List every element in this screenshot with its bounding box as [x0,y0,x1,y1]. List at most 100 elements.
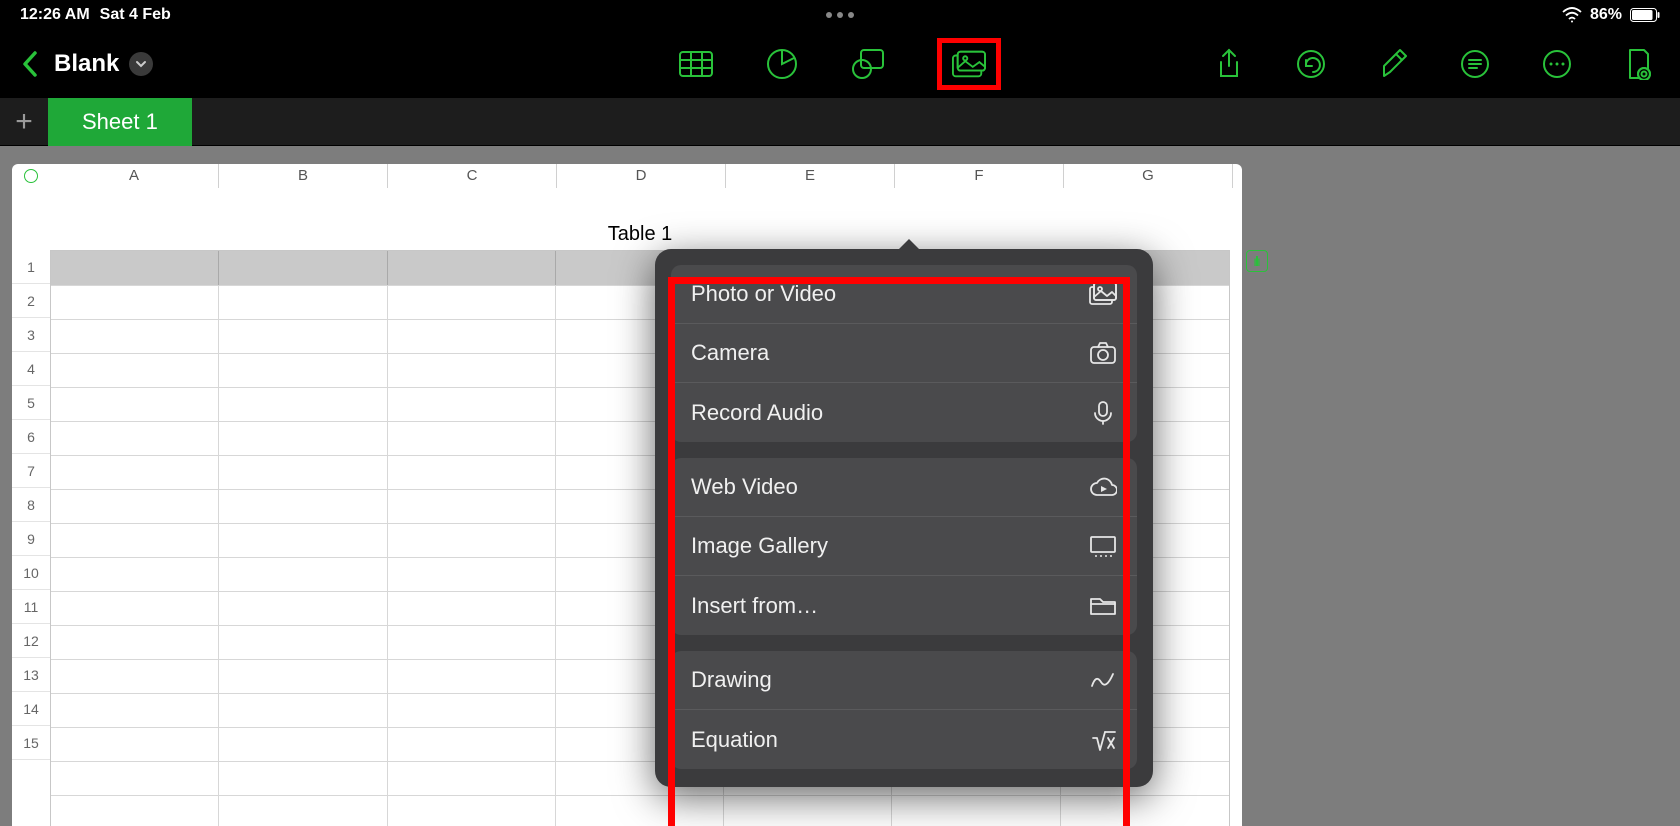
column-header[interactable]: B [219,164,388,188]
insert-table-button[interactable] [679,47,713,81]
cell[interactable] [51,558,219,591]
cell[interactable] [219,728,387,761]
cell[interactable] [51,524,219,557]
select-all-corner[interactable] [12,164,50,188]
format-brush-button[interactable] [1376,47,1410,81]
menu-item-camera[interactable]: Camera [671,324,1137,383]
cell[interactable] [1061,796,1229,826]
cell[interactable] [51,388,219,421]
cell[interactable] [892,796,1060,826]
cell[interactable] [388,354,556,387]
row-header[interactable]: 5 [12,386,50,420]
cell[interactable] [388,490,556,523]
cell[interactable] [388,728,556,761]
column-header[interactable]: F [895,164,1064,188]
insert-media-button[interactable] [952,47,986,81]
menu-item-equation[interactable]: Equation [671,710,1137,769]
cell[interactable] [219,354,387,387]
cell[interactable] [388,660,556,693]
cell[interactable] [219,286,387,319]
cell[interactable] [724,796,892,826]
header-cell[interactable] [51,251,219,285]
cell[interactable] [51,456,219,489]
cell[interactable] [219,694,387,727]
doc-title[interactable]: Blank [54,50,153,78]
row-header[interactable]: 4 [12,352,50,386]
cell[interactable] [388,558,556,591]
add-column-handle[interactable]: ıı [1246,250,1268,272]
undo-button[interactable] [1294,47,1328,81]
header-cell[interactable] [219,251,387,285]
cell[interactable] [388,694,556,727]
header-cell[interactable] [388,251,556,285]
row-header[interactable]: 10 [12,556,50,590]
column-header[interactable]: A [50,164,219,188]
cell[interactable] [219,660,387,693]
column-header[interactable]: E [726,164,895,188]
row-header[interactable]: 7 [12,454,50,488]
row-header[interactable]: 12 [12,624,50,658]
row-header[interactable]: 8 [12,488,50,522]
menu-item-mic[interactable]: Record Audio [671,383,1137,442]
menu-item-scribble[interactable]: Drawing [671,651,1137,710]
row-header[interactable]: 14 [12,692,50,726]
multitask-dots[interactable] [826,12,854,18]
cell[interactable] [51,762,219,795]
cell[interactable] [219,456,387,489]
back-button[interactable] [10,44,50,84]
menu-item-gallery[interactable]: Image Gallery [671,517,1137,576]
cell[interactable] [388,592,556,625]
cell[interactable] [219,320,387,353]
cell[interactable] [219,490,387,523]
cell[interactable] [51,626,219,659]
cell[interactable] [388,456,556,489]
sheet-tab-active[interactable]: Sheet 1 [48,98,192,146]
cell[interactable] [51,320,219,353]
insert-chart-button[interactable] [765,47,799,81]
row-header[interactable]: 13 [12,658,50,692]
row-header[interactable]: 6 [12,420,50,454]
cell[interactable] [51,660,219,693]
row-header[interactable]: 11 [12,590,50,624]
menu-item-photo[interactable]: Photo or Video [671,265,1137,324]
insert-shape-button[interactable] [851,47,885,81]
cell[interactable] [388,320,556,353]
cell[interactable] [51,354,219,387]
cell[interactable] [219,796,387,826]
column-header[interactable]: C [388,164,557,188]
cell[interactable] [51,728,219,761]
row-header[interactable]: 2 [12,284,50,318]
cell[interactable] [388,796,556,826]
cell[interactable] [388,762,556,795]
cell[interactable] [388,524,556,557]
cell[interactable] [219,592,387,625]
row-header[interactable]: 9 [12,522,50,556]
cell[interactable] [51,422,219,455]
cell[interactable] [556,796,724,826]
cell[interactable] [388,388,556,421]
cell[interactable] [219,558,387,591]
menu-item-cloud[interactable]: Web Video [671,458,1137,517]
cell[interactable] [51,694,219,727]
share-button[interactable] [1212,47,1246,81]
cell[interactable] [51,286,219,319]
cell[interactable] [219,422,387,455]
row-header[interactable]: 1 [12,250,50,284]
row-header[interactable]: 3 [12,318,50,352]
table-title[interactable]: Table 1 [50,204,1230,250]
cell[interactable] [388,626,556,659]
column-header[interactable]: G [1064,164,1233,188]
add-sheet-button[interactable]: + [0,98,48,146]
cell[interactable] [219,388,387,421]
cell[interactable] [51,592,219,625]
cell[interactable] [51,490,219,523]
more-button[interactable] [1540,47,1574,81]
cell[interactable] [388,286,556,319]
cell[interactable] [219,626,387,659]
canvas[interactable]: ABCDEFG 123456789101112131415 Table 1 ıı… [0,146,1680,826]
cell[interactable] [219,762,387,795]
text-format-button[interactable] [1458,47,1492,81]
cell[interactable] [219,524,387,557]
row-header[interactable]: 15 [12,726,50,760]
cell[interactable] [388,422,556,455]
